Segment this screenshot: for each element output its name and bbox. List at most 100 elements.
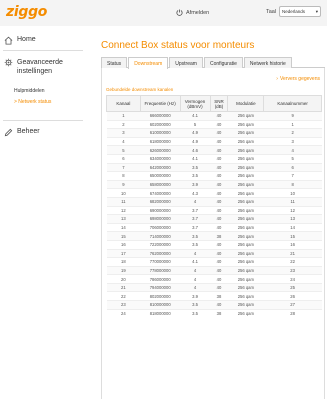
table-cell: 802000000: [140, 291, 181, 301]
table-cell: 650000000: [140, 171, 181, 181]
table-cell: 4: [180, 274, 210, 284]
table-cell: 714000000: [140, 231, 181, 241]
table-row: 2 602000000 5 40 256 qam 1: [106, 119, 322, 129]
table-cell: 27: [263, 300, 322, 310]
downstream-table: Kanaal Frequentie (Hz) Vermogen (dBmV) S…: [106, 95, 322, 318]
table-row: 15 714000000 3.5 38 256 qam 15: [106, 231, 322, 241]
table-cell: 610000000: [140, 128, 181, 138]
table-cell: 1: [263, 119, 322, 129]
table-cell: 3: [263, 136, 322, 146]
table-cell: 5: [180, 119, 210, 129]
table-cell: 6: [263, 162, 322, 172]
table-cell: 28: [263, 308, 322, 318]
table-cell: 818000000: [140, 308, 181, 318]
gear-icon: [4, 58, 13, 67]
table-cell: 256 qam: [227, 239, 264, 249]
tab-netwerk-historie[interactable]: Netwerk historie: [243, 57, 292, 68]
table-cell: 4: [180, 248, 210, 258]
sidebar-item-advanced[interactable]: Geavanceerde instellingen: [0, 58, 86, 76]
table-cell: 40: [210, 128, 228, 138]
table-header-row: Kanaal Frequentie (Hz) Vermogen (dBmV) S…: [106, 95, 322, 112]
column-header: Vermogen (dBmV): [179, 95, 211, 112]
table-cell: 4.1: [180, 257, 210, 267]
table-cell: 256 qam: [227, 257, 264, 267]
tab-bar: Status Downstream Upstream Configuratie …: [101, 57, 325, 69]
table-cell: 15: [263, 231, 322, 241]
column-header: Modulatie: [227, 95, 265, 112]
tab-status[interactable]: Status: [101, 57, 128, 68]
logout-label: Afmelden: [186, 9, 210, 16]
table-cell: 40: [210, 136, 228, 146]
table-cell: 21: [106, 282, 141, 292]
table-row: 6 634000000 4.1 40 256 qam 5: [106, 153, 322, 164]
table-cell: 810000000: [140, 300, 181, 310]
table-cell: 770000000: [140, 257, 181, 267]
table-cell: 4.1: [180, 153, 210, 164]
table-cell: 23: [263, 265, 322, 275]
table-cell: 762000000: [140, 248, 181, 258]
table-cell: 3.7: [180, 205, 210, 215]
table-cell: 642000000: [140, 162, 181, 172]
table-cell: 256 qam: [227, 265, 264, 275]
table-cell: 666000000: [140, 111, 181, 121]
table-cell: 12: [263, 205, 322, 215]
column-header: Kanaalnummer: [263, 95, 322, 112]
table-cell: 15: [106, 231, 141, 241]
downstream-panel: › Ververs gegevens Gebundelde downstream…: [101, 68, 325, 399]
table-cell: 4: [180, 282, 210, 292]
table-cell: 4.9: [180, 128, 210, 138]
table-cell: 634000000: [140, 153, 181, 164]
table-cell: 40: [210, 145, 228, 155]
table-cell: 5: [263, 153, 322, 164]
table-cell: 4: [106, 136, 141, 146]
sidebar-item-home[interactable]: Home: [0, 36, 86, 45]
table-cell: 20: [106, 274, 141, 284]
table-cell: 3: [106, 128, 141, 138]
ziggo-logo[interactable]: ziggo: [6, 4, 47, 20]
tab-configuratie[interactable]: Configuratie: [203, 57, 243, 68]
table-cell: 40: [210, 119, 228, 129]
sidebar-item-label: Home: [17, 36, 36, 43]
chevron-right-icon: ›: [276, 76, 278, 82]
language-select[interactable]: Nederlands ▾: [279, 6, 321, 17]
column-header: Kanaal: [106, 95, 141, 112]
table-row: 1 666000000 4.1 40 256 qam 9: [106, 111, 322, 121]
table-cell: 22: [106, 291, 141, 301]
table-row: 11 682000000 4 40 256 qam 11: [106, 196, 322, 207]
table-cell: 256 qam: [227, 222, 264, 232]
table-cell: 722000000: [140, 239, 181, 249]
column-header-label: Vermogen (dBmV): [184, 98, 206, 109]
table-cell: 14: [106, 222, 141, 232]
table-cell: 13: [263, 214, 322, 224]
language-label: Taal: [266, 9, 277, 15]
table-row: 14 706000000 3.7 40 256 qam 14: [106, 222, 322, 232]
table-cell: 256 qam: [227, 205, 264, 215]
table-cell: 690000000: [140, 205, 181, 215]
table-cell: 40: [210, 248, 228, 258]
page-title: Connect Box status voor monteurs: [101, 40, 255, 51]
refresh-button[interactable]: › Ververs gegevens: [276, 76, 320, 82]
table-row: 4 618000000 4.9 40 256 qam 3: [106, 136, 322, 146]
tab-upstream[interactable]: Upstream: [169, 57, 203, 68]
column-header: Frequentie (Hz): [139, 95, 181, 112]
table-cell: 626000000: [140, 145, 181, 155]
table-cell: 256 qam: [227, 282, 264, 292]
language-value: Nederlands: [282, 9, 306, 14]
table-cell: 256 qam: [227, 214, 264, 224]
table-cell: 24: [106, 308, 141, 318]
sidebar-item-label: Geavanceerde instellingen: [17, 59, 63, 75]
table-row: 12 690000000 3.7 40 256 qam 12: [106, 205, 322, 215]
table-cell: 4.1: [180, 111, 210, 121]
table-cell: 9: [263, 111, 322, 121]
table-cell: 13: [106, 214, 141, 224]
table-cell: 256 qam: [227, 196, 264, 207]
sidebar-item-label: Beheer: [17, 128, 40, 135]
refresh-label: Ververs gegevens: [279, 76, 320, 82]
sidebar-subheading: Hulpmiddelen: [14, 88, 45, 94]
sidebar-item-manage[interactable]: Beheer: [0, 128, 86, 137]
logout-button[interactable]: Afmelden: [176, 9, 209, 16]
table-cell: 3.9: [180, 179, 210, 189]
table-cell: 2: [263, 128, 322, 138]
table-cell: 256 qam: [227, 111, 264, 121]
sidebar-item-network-status[interactable]: > Netwerk status: [14, 99, 51, 105]
